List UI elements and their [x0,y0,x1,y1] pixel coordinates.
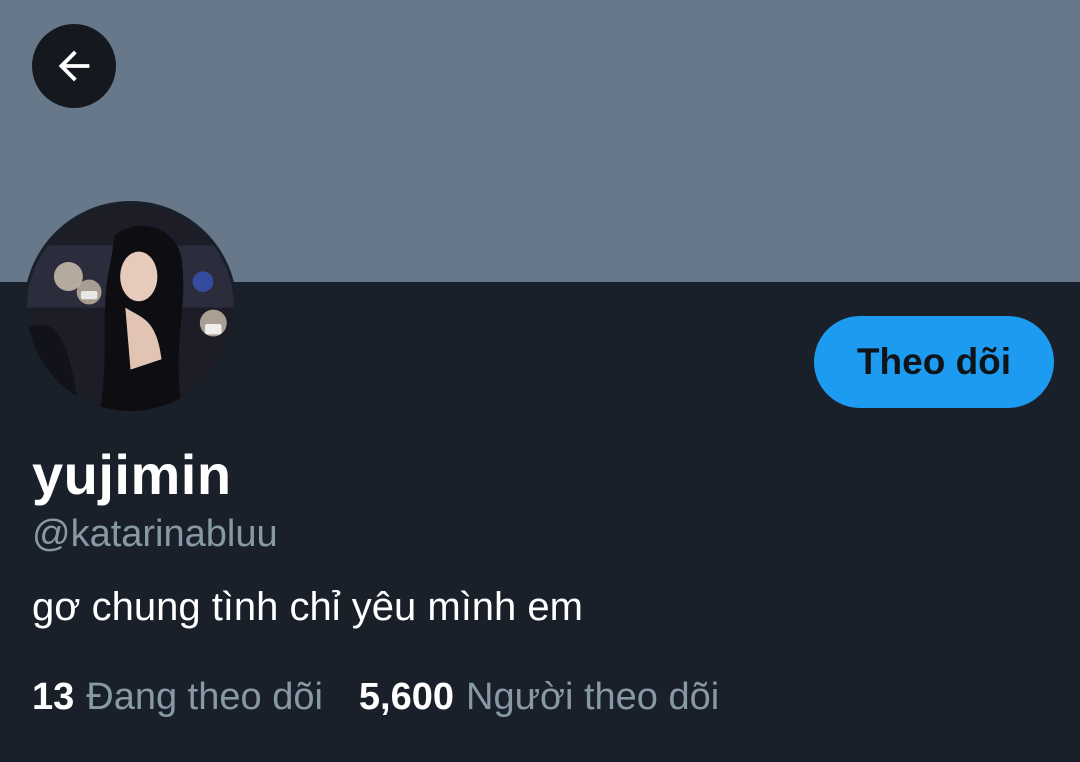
following-count: 13 [32,676,75,718]
followers-label: Người theo dõi [466,676,720,718]
profile-bio: gơ chung tình chỉ yêu mình em [32,585,583,629]
following-stat[interactable]: 13 Đang theo dõi [32,676,323,719]
back-button[interactable] [32,24,116,108]
display-name: yujimin [32,443,232,506]
following-label: Đang theo dõi [86,676,323,718]
follow-button[interactable]: Theo dõi [814,316,1054,408]
username-handle: @katarinabluu [32,513,278,555]
followers-stat[interactable]: 5,600 Người theo dõi [359,676,719,719]
avatar[interactable] [24,201,237,414]
avatar-photo [27,204,234,411]
followers-count: 5,600 [358,676,455,718]
back-arrow-icon [58,50,90,82]
profile-page: Theo dõi yujimin @katarinabluu gơ chung … [0,0,1080,762]
profile-stats: 13 Đang theo dõi 5,600 Người theo dõi [32,676,719,719]
